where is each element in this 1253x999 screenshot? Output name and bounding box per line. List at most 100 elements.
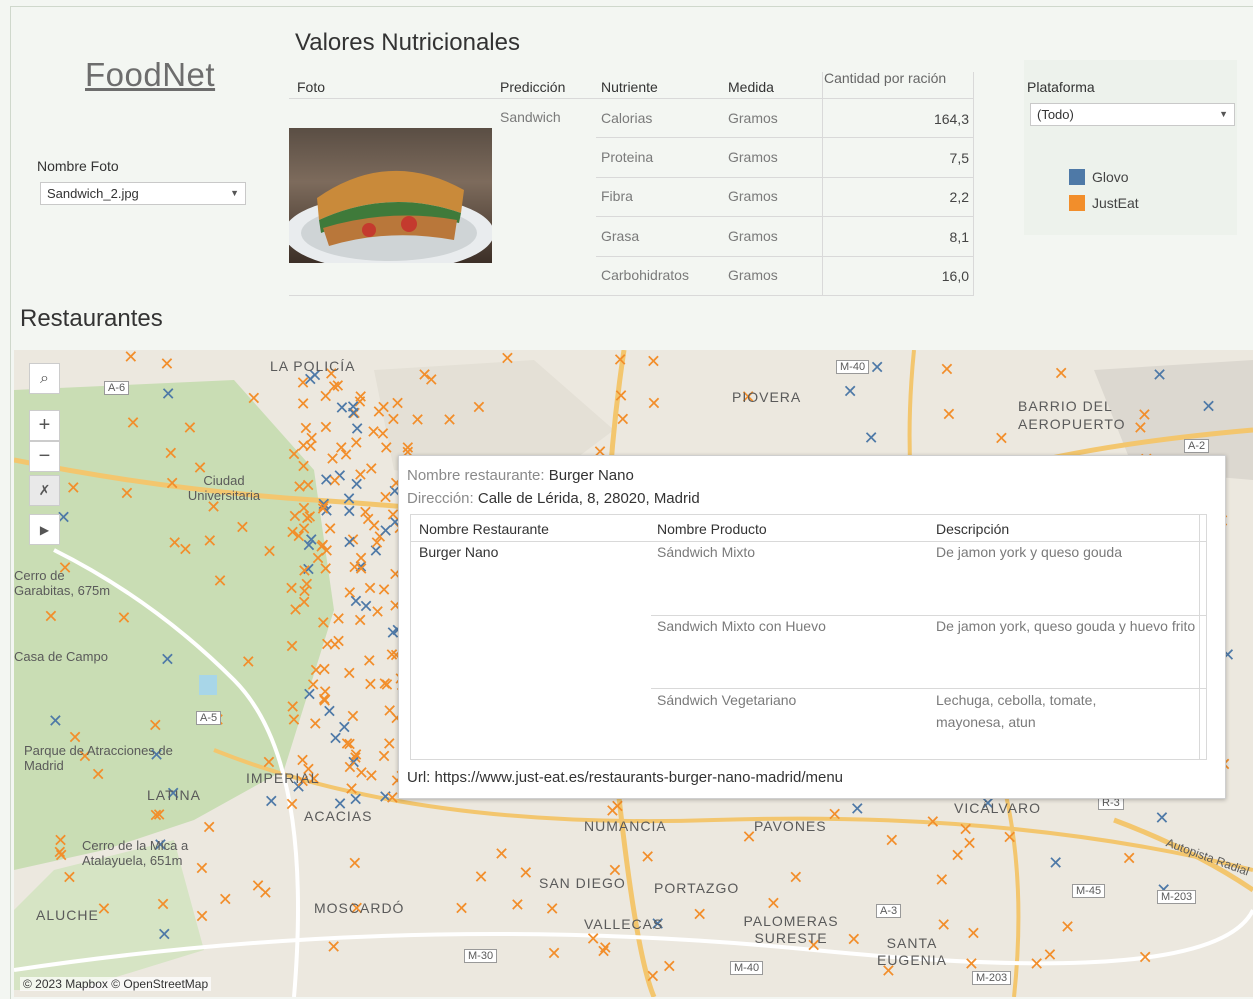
restaurant-marker-icon[interactable]: ✕ <box>1042 945 1057 966</box>
restaurant-marker-icon[interactable]: ✕ <box>48 711 63 732</box>
restaurant-marker-icon[interactable]: ✕ <box>843 382 858 403</box>
restaurant-marker-icon[interactable]: ✕ <box>159 354 174 375</box>
platform-filter-dropdown[interactable]: (Todo) ▼ <box>1030 103 1235 126</box>
map-search-button[interactable]: ⌕ <box>29 363 60 394</box>
restaurant-marker-icon[interactable]: ✕ <box>363 675 378 696</box>
restaurant-marker-icon[interactable]: ✕ <box>218 889 233 910</box>
restaurant-marker-icon[interactable]: ✕ <box>297 561 312 582</box>
restaurant-marker-icon[interactable]: ✕ <box>66 478 81 499</box>
restaurant-marker-icon[interactable]: ✕ <box>966 923 981 944</box>
restaurant-marker-icon[interactable]: ✕ <box>471 397 486 418</box>
restaurant-marker-icon[interactable]: ✕ <box>302 685 317 706</box>
restaurant-marker-icon[interactable]: ✕ <box>936 915 951 936</box>
table-scrollbar[interactable] <box>1199 515 1200 759</box>
tooltip-url-value[interactable]: https://www.just-eat.es/restaurants-burg… <box>435 769 844 786</box>
restaurant-marker-icon[interactable]: ✕ <box>1154 808 1169 829</box>
restaurant-marker-icon[interactable]: ✕ <box>182 418 197 439</box>
restaurant-marker-icon[interactable]: ✕ <box>596 941 611 962</box>
restaurant-marker-icon[interactable]: ✕ <box>165 473 180 494</box>
restaurant-marker-icon[interactable]: ✕ <box>645 966 660 987</box>
restaurant-marker-icon[interactable]: ✕ <box>827 804 842 825</box>
restaurant-marker-icon[interactable]: ✕ <box>125 413 140 434</box>
restaurant-marker-icon[interactable]: ✕ <box>202 531 217 552</box>
reset-map-button[interactable]: ✗ <box>29 475 60 506</box>
restaurant-marker-icon[interactable]: ✕ <box>454 899 469 920</box>
restaurant-marker-icon[interactable]: ✕ <box>766 894 781 915</box>
restaurant-marker-icon[interactable]: ✕ <box>318 682 333 703</box>
restaurant-marker-icon[interactable]: ✕ <box>160 649 175 670</box>
restaurant-marker-icon[interactable]: ✕ <box>934 870 949 891</box>
zoom-in-button[interactable]: + <box>29 410 60 441</box>
restaurant-marker-icon[interactable]: ✕ <box>614 386 629 407</box>
restaurant-marker-icon[interactable]: ✕ <box>345 706 360 727</box>
restaurant-marker-icon[interactable]: ✕ <box>547 944 562 965</box>
restaurant-marker-icon[interactable]: ✕ <box>349 475 364 496</box>
restaurant-marker-icon[interactable]: ✕ <box>1152 365 1167 386</box>
restaurant-marker-icon[interactable]: ✕ <box>43 607 58 628</box>
restaurant-marker-icon[interactable]: ✕ <box>646 351 661 372</box>
restaurant-marker-icon[interactable]: ✕ <box>342 533 357 554</box>
restaurant-marker-icon[interactable]: ✕ <box>155 894 170 915</box>
restaurant-marker-icon[interactable]: ✕ <box>1029 954 1044 975</box>
restaurant-marker-icon[interactable]: ✕ <box>286 710 301 731</box>
restaurant-marker-icon[interactable]: ✕ <box>318 386 333 407</box>
restaurant-marker-icon[interactable]: ✕ <box>298 419 313 440</box>
restaurant-marker-icon[interactable]: ✕ <box>334 438 349 459</box>
restaurant-marker-icon[interactable]: ✕ <box>316 613 331 634</box>
restaurant-marker-icon[interactable]: ✕ <box>1002 828 1017 849</box>
expand-toolbar-button[interactable]: ▶ <box>29 514 60 545</box>
restaurant-marker-icon[interactable]: ✕ <box>287 444 302 465</box>
app-logo[interactable]: FoodNet <box>85 56 215 94</box>
restaurant-marker-icon[interactable]: ✕ <box>194 907 209 928</box>
restaurant-marker-icon[interactable]: ✕ <box>297 582 312 603</box>
restaurant-marker-icon[interactable]: ✕ <box>500 350 515 370</box>
restaurant-marker-icon[interactable]: ✕ <box>1201 396 1216 417</box>
restaurant-marker-icon[interactable]: ✕ <box>331 609 346 630</box>
restaurant-marker-icon[interactable]: ✕ <box>301 476 316 497</box>
restaurant-marker-icon[interactable]: ✕ <box>850 799 865 820</box>
restaurant-marker-icon[interactable]: ✕ <box>613 350 628 371</box>
restaurant-marker-icon[interactable]: ✕ <box>54 845 69 866</box>
restaurant-marker-icon[interactable]: ✕ <box>367 516 382 537</box>
restaurant-marker-icon[interactable]: ✕ <box>362 651 377 672</box>
restaurant-marker-icon[interactable]: ✕ <box>662 957 677 978</box>
restaurant-marker-icon[interactable]: ✕ <box>316 499 331 520</box>
restaurant-marker-icon[interactable]: ✕ <box>646 393 661 414</box>
restaurant-marker-icon[interactable]: ✕ <box>152 805 167 826</box>
restaurant-marker-icon[interactable]: ✕ <box>788 867 803 888</box>
restaurant-marker-icon[interactable]: ✕ <box>116 608 131 629</box>
restaurant-marker-icon[interactable]: ✕ <box>390 393 405 414</box>
restaurant-marker-icon[interactable]: ✕ <box>610 797 625 818</box>
restaurant-marker-icon[interactable]: ✕ <box>318 418 333 439</box>
restaurant-marker-icon[interactable]: ✕ <box>354 559 369 580</box>
restaurant-marker-icon[interactable]: ✕ <box>364 459 379 480</box>
restaurant-marker-icon[interactable]: ✕ <box>864 428 879 449</box>
restaurant-marker-icon[interactable]: ✕ <box>941 404 956 425</box>
restaurant-marker-icon[interactable]: ✕ <box>1138 947 1153 968</box>
restaurant-marker-icon[interactable]: ✕ <box>119 484 134 505</box>
restaurant-marker-icon[interactable]: ✕ <box>377 674 392 695</box>
restaurant-marker-icon[interactable]: ✕ <box>640 847 655 868</box>
restaurant-marker-icon[interactable]: ✕ <box>870 357 885 378</box>
restaurant-marker-icon[interactable]: ✕ <box>348 591 363 612</box>
restaurant-marker-icon[interactable]: ✕ <box>510 895 525 916</box>
restaurant-marker-icon[interactable]: ✕ <box>347 854 362 875</box>
restaurant-marker-icon[interactable]: ✕ <box>364 766 379 787</box>
restaurant-marker-icon[interactable]: ✕ <box>308 714 323 735</box>
restaurant-marker-icon[interactable]: ✕ <box>202 818 217 839</box>
restaurant-marker-icon[interactable]: ✕ <box>346 397 361 418</box>
restaurant-marker-icon[interactable]: ✕ <box>241 652 256 673</box>
restaurant-marker-icon[interactable]: ✕ <box>846 929 861 950</box>
restaurant-marker-icon[interactable]: ✕ <box>382 734 397 755</box>
restaurant-marker-icon[interactable]: ✕ <box>167 533 182 554</box>
restaurant-marker-icon[interactable]: ✕ <box>1054 364 1069 385</box>
restaurant-marker-icon[interactable]: ✕ <box>296 394 311 415</box>
restaurant-marker-icon[interactable]: ✕ <box>377 580 392 601</box>
restaurant-marker-icon[interactable]: ✕ <box>1122 848 1137 869</box>
restaurant-marker-icon[interactable]: ✕ <box>518 863 533 884</box>
restaurant-marker-icon[interactable]: ✕ <box>62 868 77 889</box>
photo-filter-dropdown[interactable]: Sandwich_2.jpg ▼ <box>40 182 246 205</box>
restaurant-marker-icon[interactable]: ✕ <box>331 631 346 652</box>
restaurant-marker-icon[interactable]: ✕ <box>123 350 138 368</box>
restaurant-marker-icon[interactable]: ✕ <box>366 422 381 443</box>
